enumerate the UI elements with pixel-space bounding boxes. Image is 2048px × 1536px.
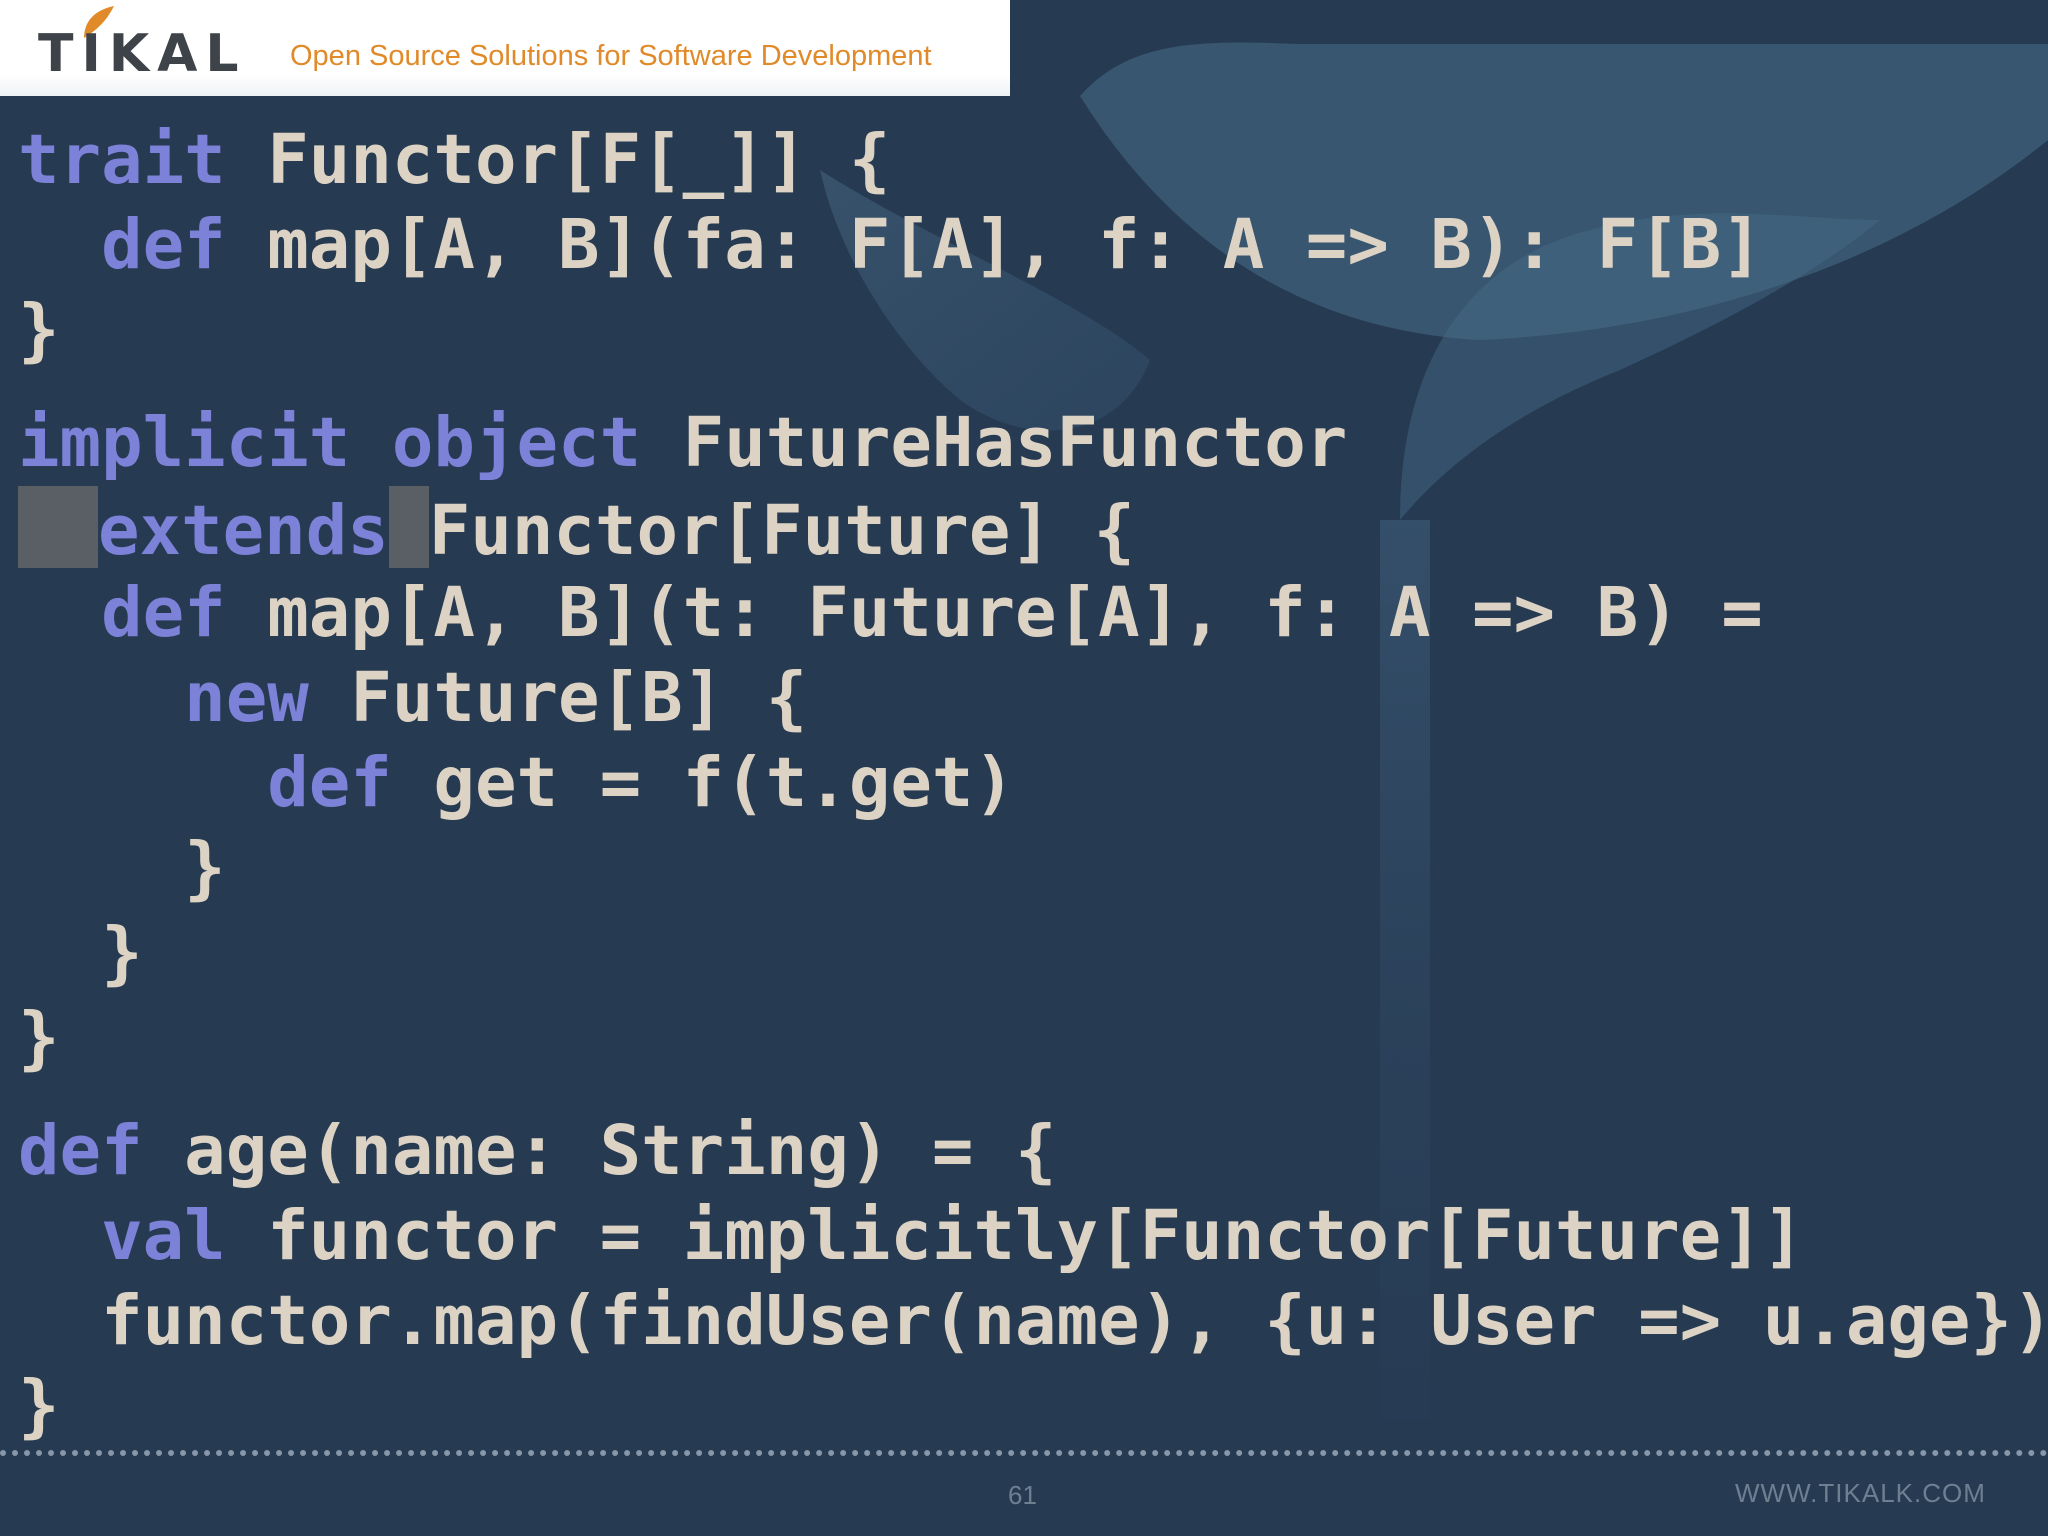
code-line: } xyxy=(18,288,2048,373)
tagline: Open Source Solutions for Software Devel… xyxy=(290,40,932,72)
slide: TIKAL Open Source Solutions for Software… xyxy=(0,0,2048,1536)
code-keyword: object xyxy=(391,403,642,483)
code-line: new Future[B] { xyxy=(18,656,2048,741)
code-line: } xyxy=(18,826,2048,911)
code-line: val functor = implicitly[Functor[Future]… xyxy=(18,1194,2048,1279)
code-keyword: def xyxy=(267,743,392,823)
code-text: age(name: String) = { xyxy=(142,1111,1057,1191)
code-line: extends Functor[Future] { xyxy=(18,486,2048,571)
code-keyword: new xyxy=(184,658,309,738)
header-bar: TIKAL Open Source Solutions for Software… xyxy=(0,0,1010,96)
logo-text: TIKAL xyxy=(38,24,247,84)
code-text: Functor[Future] { xyxy=(428,491,1136,571)
code-text: Future[B] { xyxy=(308,658,808,738)
code-line: } xyxy=(18,996,2048,1081)
code-line: implicit object FutureHasFunctor xyxy=(18,401,2048,486)
code-line: functor.map(findUser(name), {u: User => … xyxy=(18,1279,2048,1364)
code-text: functor.map(findUser(name), {u: User => … xyxy=(18,1281,2048,1361)
code-keyword: implicit xyxy=(18,403,351,483)
code-keyword: val xyxy=(101,1196,226,1276)
code-line: } xyxy=(18,1364,2048,1449)
page-number: 61 xyxy=(1008,1480,1037,1510)
code-line: } xyxy=(18,911,2048,996)
code-keyword: trait xyxy=(18,120,226,200)
code-text: map[A, B](fa: F[A], f: A => B): F[B] xyxy=(225,205,1763,285)
code-block: trait Functor[F[_]] { def map[A, B](fa: … xyxy=(18,118,2048,1449)
tikal-logo: TIKAL xyxy=(34,4,264,96)
code-keyword: def xyxy=(101,205,226,285)
code-line: trait Functor[F[_]] { xyxy=(18,118,2048,203)
text-cursor-highlight xyxy=(18,486,98,568)
code-text: map[A, B](t: Future[A], f: A => B) = xyxy=(225,573,1763,653)
code-text: FutureHasFunctor xyxy=(641,403,1348,483)
code-keyword: extends xyxy=(98,491,389,571)
code-text: } xyxy=(18,1366,60,1446)
code-text: get = f(t.get) xyxy=(391,743,1015,823)
code-line: def get = f(t.get) xyxy=(18,741,2048,826)
code-text: functor = implicitly[Functor[Future]] xyxy=(225,1196,1805,1276)
code-text: Functor[F[_]] { xyxy=(225,120,891,200)
code-line: def map[A, B](t: Future[A], f: A => B) = xyxy=(18,571,2048,656)
code-keyword: def xyxy=(101,573,226,653)
footer-url: WWW.TIKALK.COM xyxy=(1735,1478,1986,1508)
footer-divider xyxy=(0,1450,2048,1456)
code-text: } xyxy=(18,998,60,1078)
code-text: } xyxy=(18,828,226,908)
text-cursor-highlight xyxy=(388,486,429,568)
code-line: def map[A, B](fa: F[A], f: A => B): F[B] xyxy=(18,203,2048,288)
code-text: } xyxy=(18,913,143,993)
code-text: } xyxy=(18,290,60,370)
code-keyword: def xyxy=(18,1111,143,1191)
code-line: def age(name: String) = { xyxy=(18,1109,2048,1194)
